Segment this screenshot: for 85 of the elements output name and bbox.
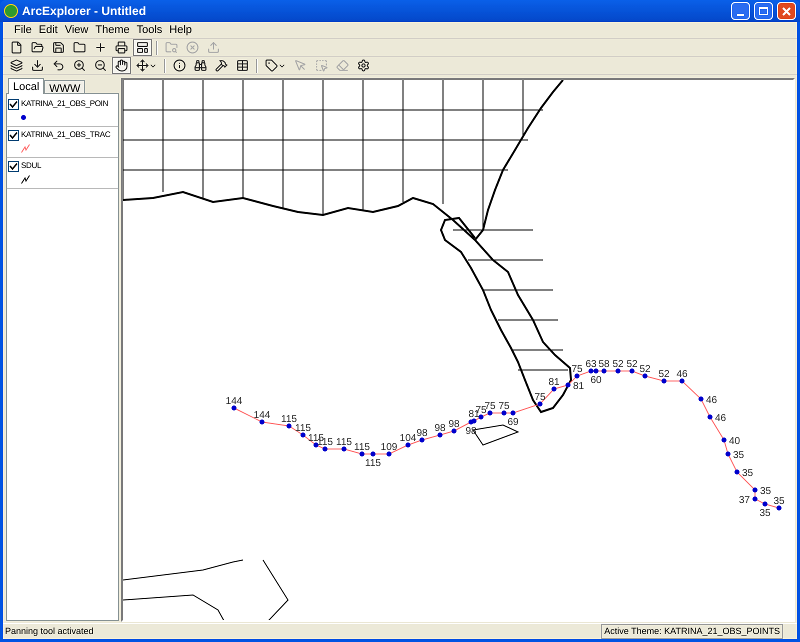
hand-icon xyxy=(115,59,128,72)
folder-icon xyxy=(73,41,86,54)
wind-speed-label: 81 xyxy=(573,381,584,392)
pointer-icon xyxy=(294,59,307,72)
toolbar-button[interactable] xyxy=(133,39,152,56)
wind-speed-label: 37 xyxy=(738,495,750,506)
layer-checkbox[interactable] xyxy=(8,98,19,110)
wind-speed-label: 63 xyxy=(585,359,597,370)
zoom-in-icon xyxy=(73,59,86,72)
wind-speed-label: 81 xyxy=(548,377,560,388)
layer-checkbox[interactable] xyxy=(8,160,19,172)
folder-search-icon xyxy=(165,41,178,54)
layer-name: KATRINA_21_OBS_TRAC xyxy=(21,129,110,141)
wind-speed-label: 52 xyxy=(612,359,624,370)
wind-speed-label: 75 xyxy=(571,364,583,375)
menu-item[interactable]: File xyxy=(11,22,35,38)
wind-speed-label: 109 xyxy=(380,442,398,453)
close-button[interactable] xyxy=(777,2,796,20)
upload-icon xyxy=(207,41,220,54)
wind-speed-label: 75 xyxy=(498,401,510,412)
wind-speed-label: 144 xyxy=(226,396,242,407)
panel-tab[interactable]: WWW xyxy=(44,80,86,94)
wind-speed-label: 98 xyxy=(416,428,428,439)
wind-speed-label: 115 xyxy=(354,442,370,453)
page-icon xyxy=(10,41,23,54)
close-icon xyxy=(782,6,791,16)
wind-speed-label: 35 xyxy=(759,508,771,519)
wind-speed-label: 98 xyxy=(448,419,460,430)
status-message: Panning tool activated xyxy=(5,624,94,638)
toolbar-button[interactable] xyxy=(112,57,131,74)
wind-speed-label: 104 xyxy=(400,433,416,444)
selection-icon xyxy=(315,59,328,72)
maximize-button[interactable] xyxy=(754,2,773,20)
wind-speed-label: 115 xyxy=(295,423,311,434)
wind-speed-label: 46 xyxy=(676,369,688,380)
wind-speed-label: 60 xyxy=(590,375,602,386)
floppy-icon xyxy=(52,41,65,54)
open-folder-icon xyxy=(31,41,44,54)
eraser-icon xyxy=(336,59,349,72)
wind-speed-label: 52 xyxy=(639,364,651,375)
binoculars-icon xyxy=(194,59,207,72)
menu-item[interactable]: Edit xyxy=(36,22,61,38)
printer-icon xyxy=(115,41,128,54)
wind-speed-label: 35 xyxy=(760,486,772,497)
wind-speed-label: 46 xyxy=(715,413,726,424)
menu-item[interactable]: Help xyxy=(166,22,195,38)
layer-name: SDUL xyxy=(21,160,42,172)
wind-speed-label: 98 xyxy=(434,423,446,434)
hammer-icon xyxy=(215,59,228,72)
info-icon xyxy=(173,59,186,72)
settings-icon xyxy=(357,59,370,72)
minimize-button[interactable] xyxy=(731,2,750,20)
undo-icon xyxy=(52,59,65,72)
download-icon xyxy=(31,59,44,72)
wind-speed-label: 144 xyxy=(254,410,270,421)
move-icon xyxy=(136,59,149,72)
active-theme-status: Active Theme: KATRINA_21_OBS_POINTS xyxy=(601,624,783,640)
wind-speed-label: 52 xyxy=(658,369,670,380)
wind-speed-label: 40 xyxy=(729,436,740,447)
layout-icon xyxy=(136,41,149,54)
zoom-out-icon xyxy=(94,59,107,72)
menu-item[interactable]: Tools xyxy=(134,22,166,38)
wind-speed-label: 115 xyxy=(336,437,352,448)
wind-speed-label: 115 xyxy=(365,458,381,469)
tag-icon xyxy=(265,59,278,72)
wind-speed-label: 35 xyxy=(733,450,744,461)
wind-speed-label: 58 xyxy=(598,359,610,370)
wind-speed-label: 35 xyxy=(773,496,785,507)
globe-icon xyxy=(4,4,18,18)
layer-checkbox[interactable] xyxy=(8,130,19,140)
window-title: ArcExplorer - Untitled xyxy=(22,3,148,20)
menu-item[interactable]: View xyxy=(62,22,92,38)
wind-speed-label: 35 xyxy=(742,468,754,479)
wind-speed-label: 52 xyxy=(626,359,638,370)
menu-item[interactable]: Theme xyxy=(92,22,133,38)
layers-icon xyxy=(10,59,23,72)
panel-tab[interactable]: Local xyxy=(8,78,44,94)
wind-speed-label: 46 xyxy=(706,395,718,406)
wind-speed-label: 69 xyxy=(507,417,519,428)
layer-name: KATRINA_21_OBS_POIN xyxy=(21,98,108,110)
close-circle-icon xyxy=(186,41,199,54)
plus-icon xyxy=(94,41,107,54)
wind-speed-label: 75 xyxy=(534,392,546,403)
wind-speed-label: 115 xyxy=(281,414,297,425)
table-icon xyxy=(236,59,249,72)
